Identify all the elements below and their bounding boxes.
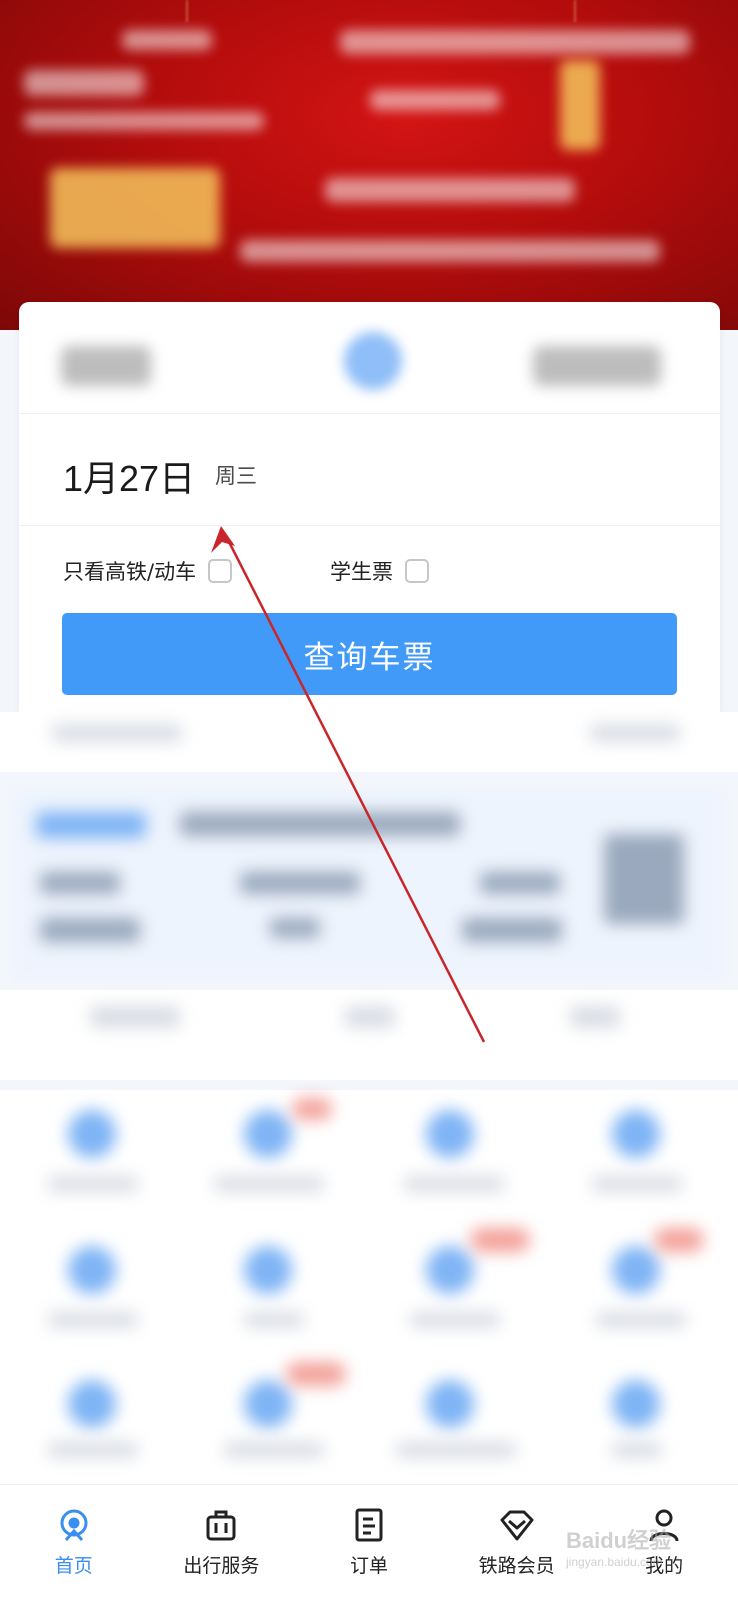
service-icon[interactable]: [68, 1246, 116, 1294]
banner-blurred-lantern: [560, 60, 600, 150]
nav-label-travel-services: 出行服务: [183, 1555, 260, 1577]
ticket-search-card: 1月27日 周三 只看高铁/动车 学生票 查询车票: [19, 302, 720, 712]
service-grid: [0, 1090, 738, 1490]
nav-item-home[interactable]: 首页: [0, 1485, 148, 1600]
service-icon[interactable]: [68, 1110, 116, 1158]
nav-label-membership: 铁路会员: [478, 1555, 555, 1577]
departure-station[interactable]: [61, 346, 151, 386]
quick-tabs: [0, 990, 738, 1080]
banner-blurred-text: [122, 30, 212, 50]
service-icon[interactable]: [612, 1246, 660, 1294]
student-ticket-option[interactable]: 学生票: [330, 556, 429, 586]
service-icon[interactable]: [426, 1246, 474, 1294]
service-icon[interactable]: [426, 1110, 474, 1158]
service-icon[interactable]: [68, 1380, 116, 1428]
nav-label-home: 首页: [54, 1555, 93, 1577]
quick-tab[interactable]: [345, 1006, 395, 1028]
order-icon: [349, 1505, 389, 1545]
diamond-icon: [497, 1505, 537, 1545]
service-icon[interactable]: [244, 1380, 292, 1428]
service-icon[interactable]: [426, 1380, 474, 1428]
high-speed-only-label: 只看高铁/动车: [63, 560, 197, 584]
banner-blurred-text: [370, 90, 500, 110]
service-icon[interactable]: [612, 1380, 660, 1428]
student-ticket-checkbox[interactable]: [405, 559, 429, 583]
luggage-icon: [201, 1505, 241, 1545]
banner-blurred-text: [24, 112, 264, 130]
student-ticket-label: 学生票: [330, 560, 393, 584]
service-icon[interactable]: [244, 1110, 292, 1158]
promo-title: [180, 812, 460, 836]
arrival-station[interactable]: [533, 346, 661, 386]
nav-item-orders[interactable]: 订单: [295, 1485, 443, 1600]
date-selector[interactable]: 1月27日 周三: [19, 414, 720, 526]
banner-blurred-logo: [24, 70, 144, 96]
high-speed-only-option[interactable]: 只看高铁/动车: [63, 556, 233, 586]
departure-weekday: 周三: [215, 464, 257, 488]
watermark-subtext: jingyan.baidu.com: [566, 1555, 663, 1569]
banner-blurred-title: [50, 168, 220, 248]
watermark-text: Baidu经验: [566, 1528, 672, 1553]
banner-blurred-text: [340, 30, 690, 54]
swap-stations-icon[interactable]: [344, 332, 402, 390]
app-screen: 1月27日 周三 只看高铁/动车 学生票 查询车票 首页 出行服务 订单 铁路会…: [0, 0, 738, 1600]
banner-blurred-text: [240, 240, 660, 262]
departure-date: 1月27日: [63, 458, 196, 499]
nav-item-travel-services[interactable]: 出行服务: [148, 1485, 296, 1600]
home-icon: [54, 1505, 94, 1545]
quick-tab[interactable]: [570, 1006, 620, 1028]
nav-label-orders: 订单: [349, 1555, 388, 1577]
baidu-watermark: Baidu经验 jingyan.baidu.com: [566, 1528, 672, 1569]
station-selector: [19, 302, 720, 414]
promo-banner[interactable]: [0, 0, 738, 330]
history-strip: [0, 712, 738, 772]
promo-tag: [36, 812, 146, 838]
high-speed-only-checkbox[interactable]: [208, 559, 233, 583]
service-icon[interactable]: [612, 1110, 660, 1158]
service-icon[interactable]: [244, 1246, 292, 1294]
promo-image: [604, 834, 684, 924]
banner-blurred-text: [325, 178, 575, 202]
quick-tab[interactable]: [90, 1006, 180, 1028]
query-tickets-button[interactable]: 查询车票: [62, 613, 677, 695]
